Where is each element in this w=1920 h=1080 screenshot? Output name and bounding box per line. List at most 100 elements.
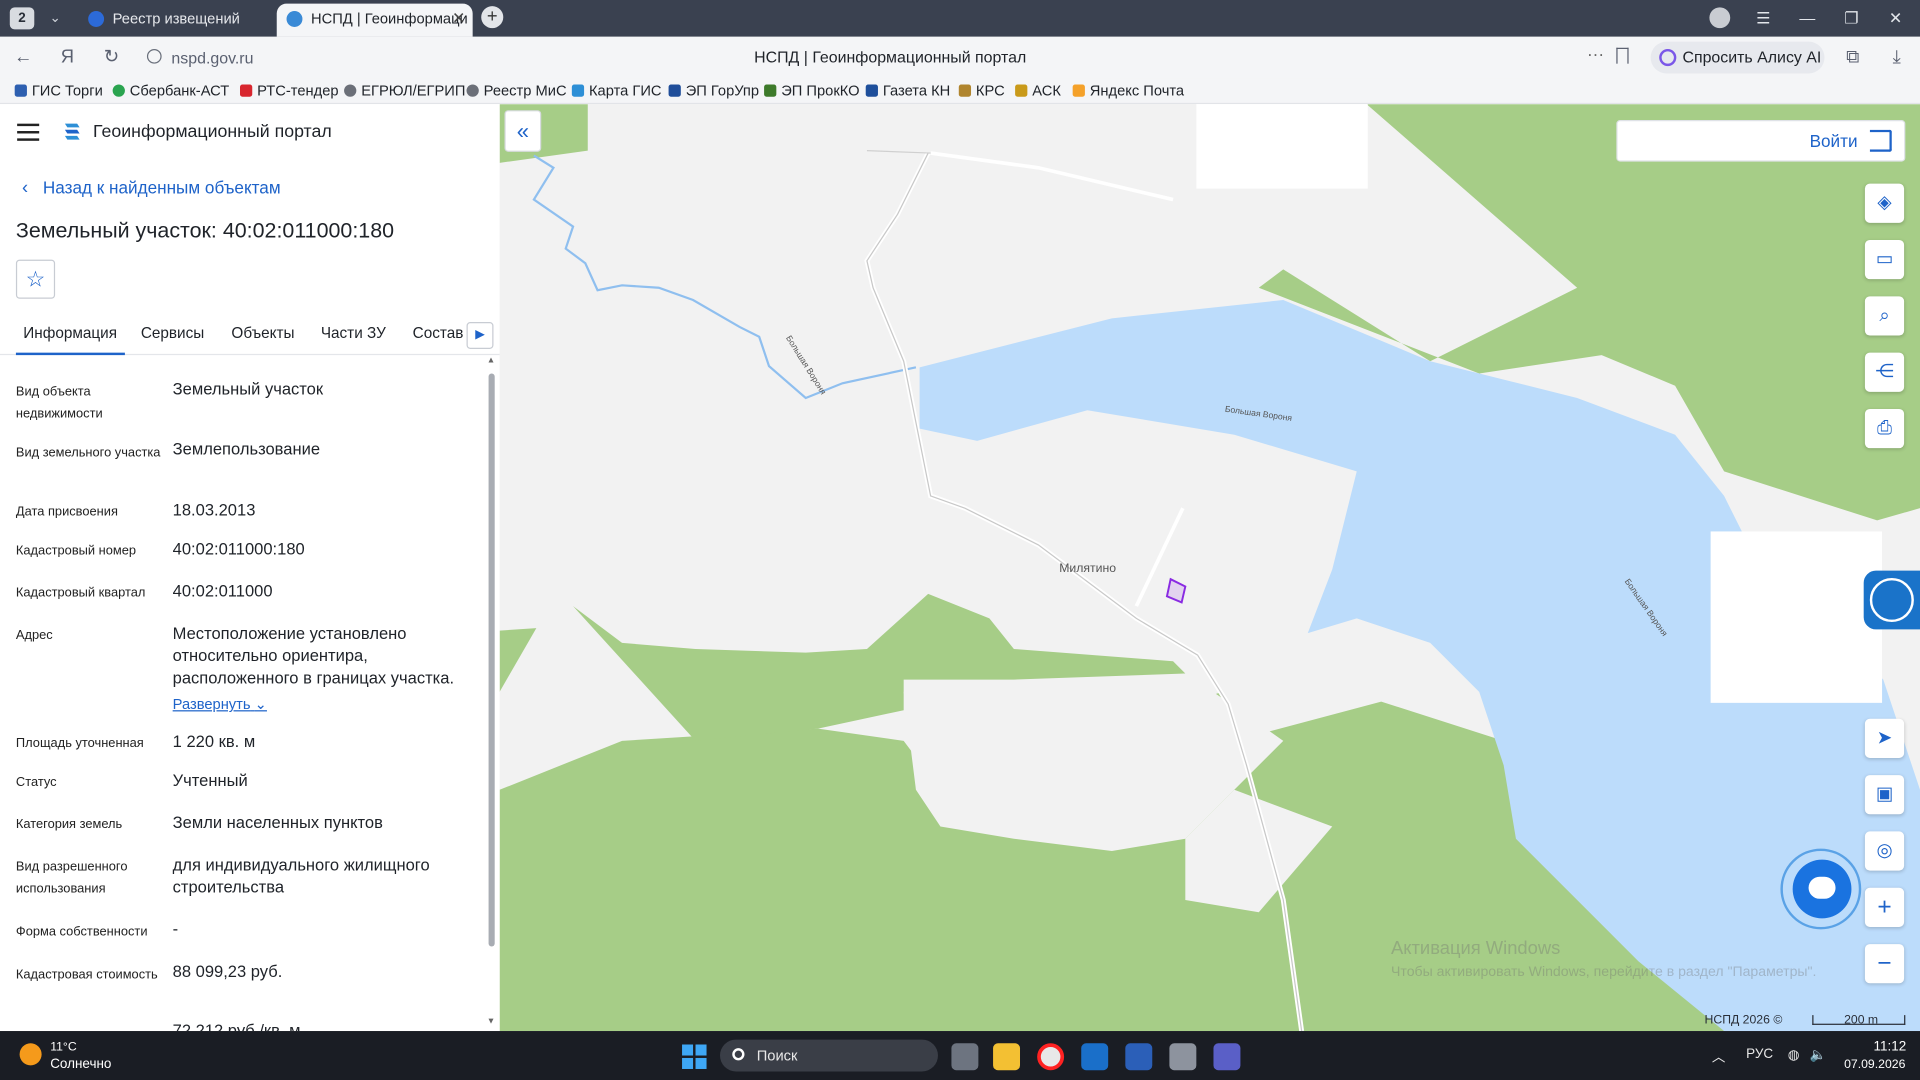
village-label: Милятино bbox=[1059, 562, 1117, 576]
restore-icon[interactable]: ❐ bbox=[1837, 5, 1866, 32]
ask-alice-button[interactable]: Спросить Алису AI bbox=[1650, 41, 1825, 74]
chat-button[interactable] bbox=[1780, 848, 1862, 930]
url-field[interactable]: nspd.gov.ru НСПД | Геоинформационный пор… bbox=[137, 42, 1643, 74]
attr-value: - bbox=[172, 919, 179, 938]
attr-value: Земли населенных пунктов bbox=[172, 813, 383, 832]
download-icon[interactable]: ⤓ bbox=[1883, 45, 1910, 69]
bookmark-yandex-mail[interactable]: Яндекс Почта bbox=[1072, 82, 1184, 99]
alice-icon bbox=[1659, 48, 1677, 67]
tab-composition[interactable]: Состав bbox=[413, 324, 464, 355]
sber-icon bbox=[112, 84, 125, 97]
close-tab-icon[interactable]: ✕ bbox=[452, 4, 465, 33]
input-language[interactable]: РУС bbox=[1746, 1047, 1773, 1062]
rts-icon bbox=[240, 84, 253, 97]
attr-value: 88 099,23 руб. bbox=[172, 962, 283, 981]
bookmark-reestr-mis[interactable]: Реестр МиС bbox=[466, 82, 567, 99]
extensions-icon[interactable]: ⧉ bbox=[1839, 45, 1866, 69]
attr-label: Вид земельного участка bbox=[15, 445, 161, 461]
reload-icon[interactable]: ↻ bbox=[98, 45, 125, 69]
emblem-icon bbox=[668, 84, 681, 97]
minimap-button[interactable]: ▣ bbox=[1864, 775, 1905, 815]
calculator-icon[interactable] bbox=[1169, 1043, 1197, 1071]
blank-tile bbox=[1196, 104, 1368, 189]
object-info-panel: Геоинформационный портал ‹ Назад к найден… bbox=[0, 104, 500, 1032]
yandex-browser-icon[interactable] bbox=[1037, 1043, 1065, 1071]
bookmark-sberbank-ast[interactable]: Сбербанк-АСТ bbox=[112, 82, 229, 99]
ruler-button[interactable]: ▭ bbox=[1864, 240, 1905, 280]
weather-sun-icon[interactable] bbox=[19, 1043, 42, 1066]
scroll-thumb[interactable] bbox=[488, 373, 495, 947]
road bbox=[866, 150, 931, 154]
more-icon[interactable]: ··· bbox=[1587, 44, 1604, 64]
expand-address-link[interactable]: Развернуть ⌄ bbox=[173, 696, 267, 713]
chevron-down-icon[interactable]: ⌄ bbox=[44, 6, 66, 30]
volume-icon[interactable]: 🔈 bbox=[1810, 1047, 1827, 1063]
profile-avatar[interactable] bbox=[1709, 7, 1731, 29]
reestr-icon bbox=[466, 84, 479, 97]
print-button[interactable]: ⎙ bbox=[1864, 408, 1905, 449]
tab-parts[interactable]: Части ЗУ bbox=[321, 324, 386, 355]
area-search-button[interactable]: ⌕ bbox=[1864, 296, 1905, 336]
windows-activation-text: Чтобы активировать Windows, перейдите в … bbox=[1391, 964, 1817, 980]
share-button[interactable]: ⋲ bbox=[1864, 352, 1905, 392]
assistant-widget[interactable] bbox=[1863, 570, 1920, 630]
scroll-down-icon[interactable]: ▼ bbox=[486, 1018, 496, 1028]
back-arrow-icon[interactable]: ← bbox=[10, 45, 37, 69]
chevron-up-icon[interactable]: ︿ bbox=[1712, 1047, 1725, 1067]
layers-button[interactable]: ◈ bbox=[1864, 183, 1905, 223]
task-view-icon[interactable] bbox=[951, 1043, 979, 1071]
attr-value: Учтенный bbox=[172, 771, 248, 790]
menu-icon[interactable] bbox=[17, 123, 40, 141]
portal-name: Геоинформационный портал bbox=[93, 122, 332, 143]
weather-description: Солнечно bbox=[50, 1056, 112, 1072]
page-title: НСПД | Геоинформационный портал bbox=[754, 47, 1027, 67]
bookmark-gazeta-kn[interactable]: Газета КН bbox=[865, 82, 950, 99]
map-canvas[interactable]: Милятино Большая Вороня Большая Вороня Б… bbox=[499, 104, 1920, 1032]
clock-date[interactable]: 07.09.2026 bbox=[1844, 1058, 1905, 1071]
bookmark-krs[interactable]: КРС bbox=[958, 82, 1005, 99]
tab-objects[interactable]: Объекты bbox=[231, 324, 294, 355]
tab-information[interactable]: Информация bbox=[15, 324, 125, 356]
clock-time[interactable]: 11:12 bbox=[1873, 1040, 1906, 1055]
tab-counter-badge[interactable]: 2 bbox=[9, 7, 35, 30]
browser-tab-nspd[interactable]: НСПД | Геоинформаци ✕ bbox=[276, 3, 473, 37]
new-tab-button[interactable]: + bbox=[481, 6, 504, 29]
address-bar: ← Я ↻ nspd.gov.ru НСПД | Геоинформационн… bbox=[0, 36, 1920, 79]
bookmark-gis-torgi[interactable]: ГИС Торги bbox=[14, 82, 103, 99]
zoom-out-button[interactable]: − bbox=[1864, 944, 1905, 984]
bookmark-ep-prokko[interactable]: ЭП ПрокКО bbox=[764, 82, 860, 99]
yandex-logo-icon[interactable]: Я bbox=[54, 45, 81, 69]
minimize-icon[interactable]: — bbox=[1793, 5, 1822, 32]
bookmark-karta-gis[interactable]: Карта ГИС bbox=[571, 82, 662, 99]
network-icon[interactable]: ◍ bbox=[1788, 1047, 1800, 1063]
tab-services[interactable]: Сервисы bbox=[141, 324, 204, 355]
outlook-icon[interactable] bbox=[1081, 1043, 1109, 1071]
windows-start-icon[interactable] bbox=[682, 1044, 707, 1069]
word-icon[interactable] bbox=[1125, 1043, 1153, 1071]
panel-scrollbar[interactable]: ▲ ▼ bbox=[486, 356, 496, 1028]
login-button[interactable]: Войти bbox=[1616, 120, 1906, 162]
back-to-results-link[interactable]: ‹ Назад к найденным объектам bbox=[22, 178, 281, 199]
tabs-scroll-right-button[interactable]: ▶ bbox=[466, 322, 494, 349]
browser-tab-registry[interactable]: Реестр извещений bbox=[78, 4, 271, 37]
attr-value: Местоположение установлено относительно … bbox=[172, 624, 455, 687]
file-explorer-icon[interactable] bbox=[993, 1043, 1021, 1071]
locate-button[interactable]: ◎ bbox=[1864, 831, 1905, 871]
bookmark-ep-gorupr[interactable]: ЭП ГорУпр bbox=[668, 82, 759, 99]
weather-temperature: 11°C bbox=[50, 1040, 77, 1055]
taskbar-search-input[interactable]: Поиск bbox=[720, 1039, 938, 1072]
close-window-icon[interactable]: ✕ bbox=[1881, 5, 1910, 32]
zoom-in-button[interactable]: + bbox=[1864, 887, 1905, 927]
collapse-panel-button[interactable]: « bbox=[504, 110, 542, 152]
favorite-star-button[interactable]: ☆ bbox=[15, 259, 56, 299]
geolocation-button[interactable]: ➤ bbox=[1864, 718, 1905, 758]
attr-label: Дата присвоения bbox=[15, 504, 118, 520]
scroll-up-icon[interactable]: ▲ bbox=[486, 356, 496, 366]
bookmark-egrul[interactable]: ЕГРЮЛ/ЕГРИП bbox=[344, 82, 465, 99]
bookmark-icon[interactable] bbox=[1616, 47, 1629, 64]
tab-favicon-icon bbox=[286, 11, 303, 27]
bookmark-rts-tender[interactable]: РТС-тендер bbox=[240, 82, 339, 99]
teams-icon[interactable] bbox=[1213, 1043, 1241, 1071]
bookmark-ask[interactable]: АСК bbox=[1015, 82, 1061, 99]
browser-menu-icon[interactable]: ☰ bbox=[1749, 5, 1778, 32]
